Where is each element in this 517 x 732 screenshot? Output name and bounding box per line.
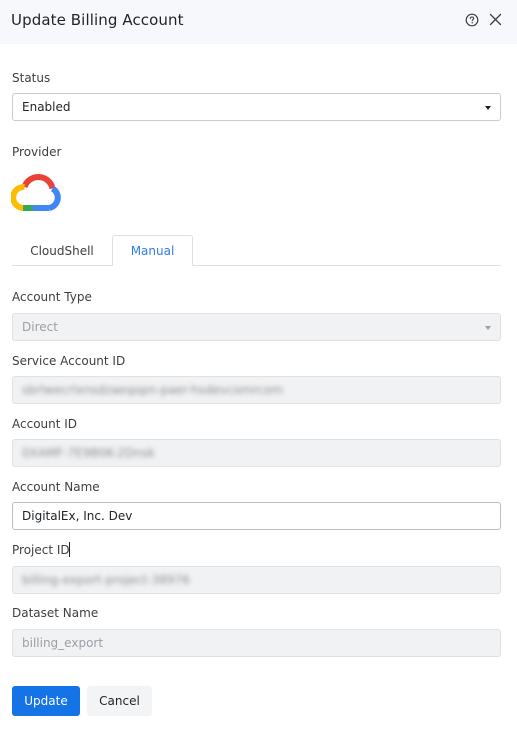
dataset-name-field: billing_export [12,629,501,657]
service-account-id-value: sbrlwecrlxnsdzaeqopn-paer-hsdevcomrcom [22,383,284,397]
tab-cloudshell[interactable]: CloudShell [12,235,112,266]
update-button[interactable]: Update [12,686,80,716]
tab-manual[interactable]: Manual [112,235,193,266]
chevron-down-icon [485,106,491,110]
status-label: Status [12,71,51,85]
close-icon[interactable] [489,13,502,26]
account-type-label: Account Type [12,290,92,304]
dataset-name-value: billing_export [22,636,104,650]
account-name-label: Account Name [12,480,100,494]
account-id-field: 0XAMF-7E9B0K-2Dnsk [12,439,501,467]
account-type-value: Direct [22,320,58,334]
service-account-id-field: sbrlwecrlxnsdzaeqopn-paer-hsdevcomrcom [12,376,501,404]
cancel-button[interactable]: Cancel [87,686,152,716]
account-id-value: 0XAMF-7E9B0K-2Dnsk [22,446,155,460]
question-circle-icon[interactable] [465,13,479,27]
service-account-id-label: Service Account ID [12,354,126,368]
dialog-header: Update Billing Account [0,0,517,44]
google-cloud-logo-icon [11,173,61,211]
project-id-label: Project ID [12,543,70,557]
dialog-title: Update Billing Account [11,11,184,29]
status-select[interactable]: Enabled [12,93,501,121]
project-id-value: billing-export-project-38976 [22,573,190,587]
account-name-value: DigitalEx, Inc. Dev [22,509,133,523]
text-cursor [69,542,70,557]
account-id-label: Account ID [12,417,78,431]
dataset-name-label: Dataset Name [12,606,99,620]
account-name-input[interactable]: DigitalEx, Inc. Dev [12,502,501,530]
chevron-down-icon [485,326,491,330]
status-value: Enabled [22,100,71,114]
project-id-field: billing-export-project-38976 [12,566,501,594]
account-type-select: Direct [12,313,501,341]
provider-label: Provider [12,145,62,159]
